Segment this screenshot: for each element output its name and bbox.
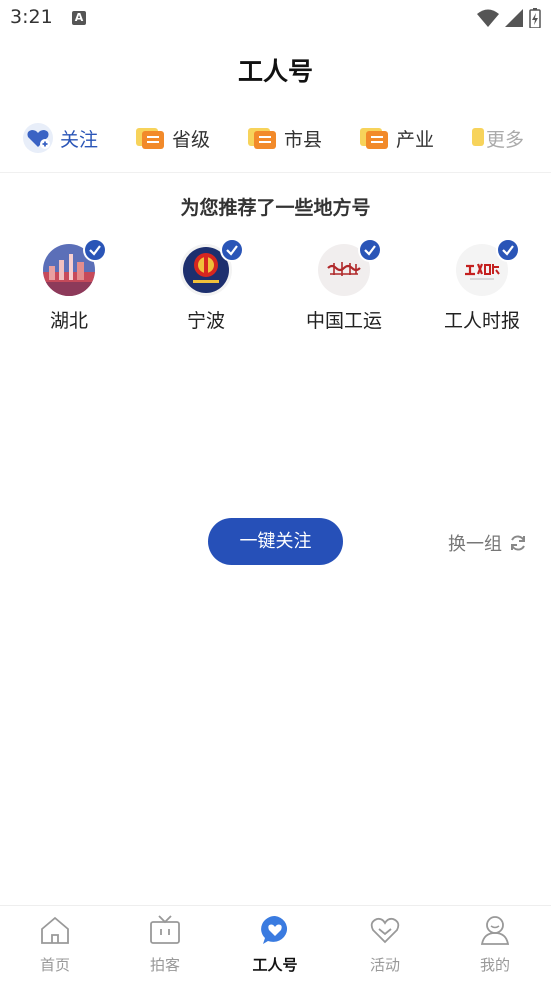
folder-list-icon [472,128,484,146]
folder-list-icon [248,128,276,149]
account-name: 宁波 [186,310,225,332]
notification-icon: A [72,11,86,25]
nav-label: 首页 [39,956,70,974]
tab-label: 关注 [60,128,99,151]
tab-more[interactable]: 更多 [470,118,524,158]
tv-icon [150,915,180,944]
account-card-china-labor[interactable]: 中国工运 [284,238,404,333]
folder-list-icon [136,128,164,149]
account-name: 湖北 [49,310,88,332]
checked-icon [220,238,244,262]
avatar [180,238,244,296]
nav-paike[interactable]: 拍客 [110,906,220,982]
account-name: 中国工运 [305,310,382,332]
refresh-icon [511,535,525,551]
system-icons [477,8,541,28]
signal-icon [505,9,523,27]
nav-profile[interactable]: 我的 [440,906,550,982]
home-icon [41,916,69,944]
tab-follow[interactable]: 关注 [22,118,98,158]
divider [0,172,551,173]
nav-label: 活动 [369,956,400,974]
tab-provincial[interactable]: 省级 [134,118,210,158]
nav-label: 我的 [479,956,510,974]
avatar [456,238,520,296]
battery-icon [529,8,541,28]
tab-label: 市县 [284,128,323,151]
bottom-nav: 首页 拍客 工人号 活动 我的 [0,905,551,982]
heart-outline-icon [370,917,400,944]
user-icon [480,916,510,945]
tab-industry[interactable]: 产业 [358,118,434,158]
tab-city-county[interactable]: 市县 [246,118,322,158]
nav-home[interactable]: 首页 [0,906,110,982]
checked-icon [358,238,382,262]
heart-plus-icon [23,123,53,153]
tab-label: 产业 [396,128,435,151]
wifi-icon [477,9,499,27]
category-tabs: 关注 省级 市县 产业 更多 [0,118,551,158]
avatar [318,238,382,296]
account-card-workers-times[interactable]: 工人时报 [422,238,542,333]
follow-all-button[interactable]: 一键关注 [208,518,343,565]
tab-label: 更多 [486,128,525,151]
status-time: 3:21 [10,6,53,28]
checked-icon [83,238,107,262]
recommend-title: 为您推荐了一些地方号 [180,197,371,219]
account-card-hubei[interactable]: 湖北 [9,238,129,333]
page-title: 工人号 [237,57,313,86]
nav-label: 工人号 [252,956,298,974]
heart-chat-icon [261,916,288,944]
avatar [43,238,107,296]
checked-icon [496,238,520,262]
nav-label: 拍客 [149,956,180,974]
refresh-group-button[interactable]: 换一组 [448,530,528,556]
account-name: 工人时报 [443,310,520,332]
tab-label: 省级 [172,128,211,151]
folder-list-icon [360,128,388,149]
nav-activity[interactable]: 活动 [330,906,440,982]
nav-workers-account[interactable]: 工人号 [220,906,330,982]
refresh-label: 换一组 [448,534,502,555]
account-card-ningbo[interactable]: 宁波 [146,238,266,333]
status-bar: 3:21 A [0,0,551,36]
